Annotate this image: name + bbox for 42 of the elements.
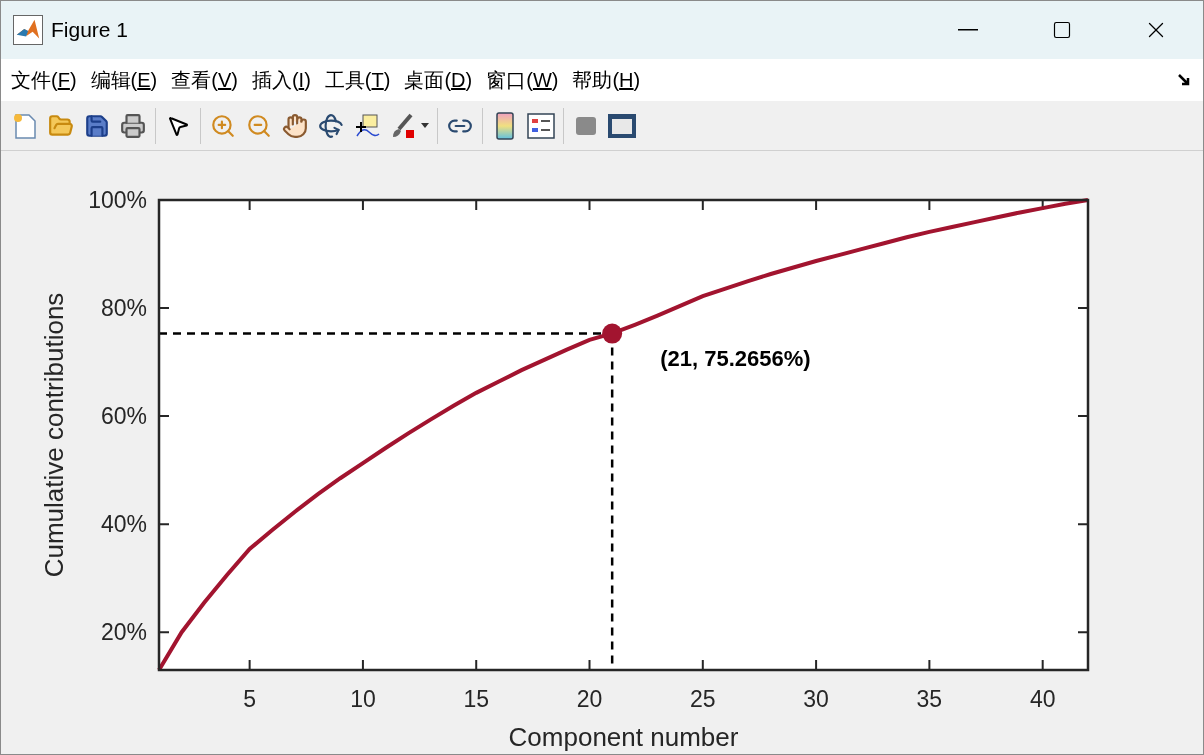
menu-item[interactable]: 帮助(H): [572, 65, 641, 95]
point-label: (21, 75.2656%): [660, 345, 811, 371]
menu-item[interactable]: 桌面(D): [404, 65, 473, 95]
window-layout-icon: [607, 112, 637, 139]
new-file-icon: [12, 111, 38, 140]
y-tick-label: 80%: [100, 295, 147, 322]
maximize-icon: [1052, 20, 1072, 40]
y-axis-label: Cumulative contributions: [39, 292, 69, 578]
window-title: Figure 1: [51, 17, 129, 44]
x-tick-label: 25: [690, 686, 716, 712]
dock-arrow-icon[interactable]: [1177, 73, 1191, 87]
menu-item[interactable]: 编辑(E): [90, 65, 158, 95]
y-tick-label: 40%: [100, 511, 147, 538]
menu-item[interactable]: 插入(I): [251, 65, 311, 95]
minimize-icon: [958, 29, 978, 31]
caret-icon: [421, 122, 429, 129]
legend-icon: [527, 112, 555, 139]
menu-item[interactable]: 查看(V): [171, 65, 238, 95]
x-tick-label: 40: [1029, 686, 1056, 712]
x-tick-label: 5: [243, 686, 257, 712]
menu-item[interactable]: 窗口(W): [486, 65, 559, 95]
x-tick-label: 30: [803, 686, 829, 712]
y-tick-label: 60%: [100, 403, 147, 430]
x-tick-label: 35: [916, 686, 943, 712]
menu-item[interactable]: 工具(T): [324, 65, 391, 95]
rotate-icon: [318, 112, 344, 139]
x-tick-label: 15: [463, 686, 489, 712]
save-icon: [84, 112, 110, 139]
menu-item[interactable]: 文件(F): [11, 65, 77, 95]
x-tick-label: 10: [350, 686, 376, 712]
printer-icon: [120, 112, 146, 139]
zoom-in-icon: [210, 112, 236, 139]
hand-icon: [282, 112, 308, 139]
x-tick-label: 20: [576, 686, 603, 712]
y-tick-label: 20%: [100, 619, 147, 646]
colorbar-icon: [495, 111, 515, 140]
matlab-logo-icon: [13, 15, 43, 45]
marker-point: [602, 323, 623, 344]
y-tick-label: 100%: [88, 187, 147, 213]
folder-icon: [48, 112, 74, 139]
zoom-out-icon: [246, 112, 272, 139]
x-axis-label: Component number: [508, 722, 739, 752]
